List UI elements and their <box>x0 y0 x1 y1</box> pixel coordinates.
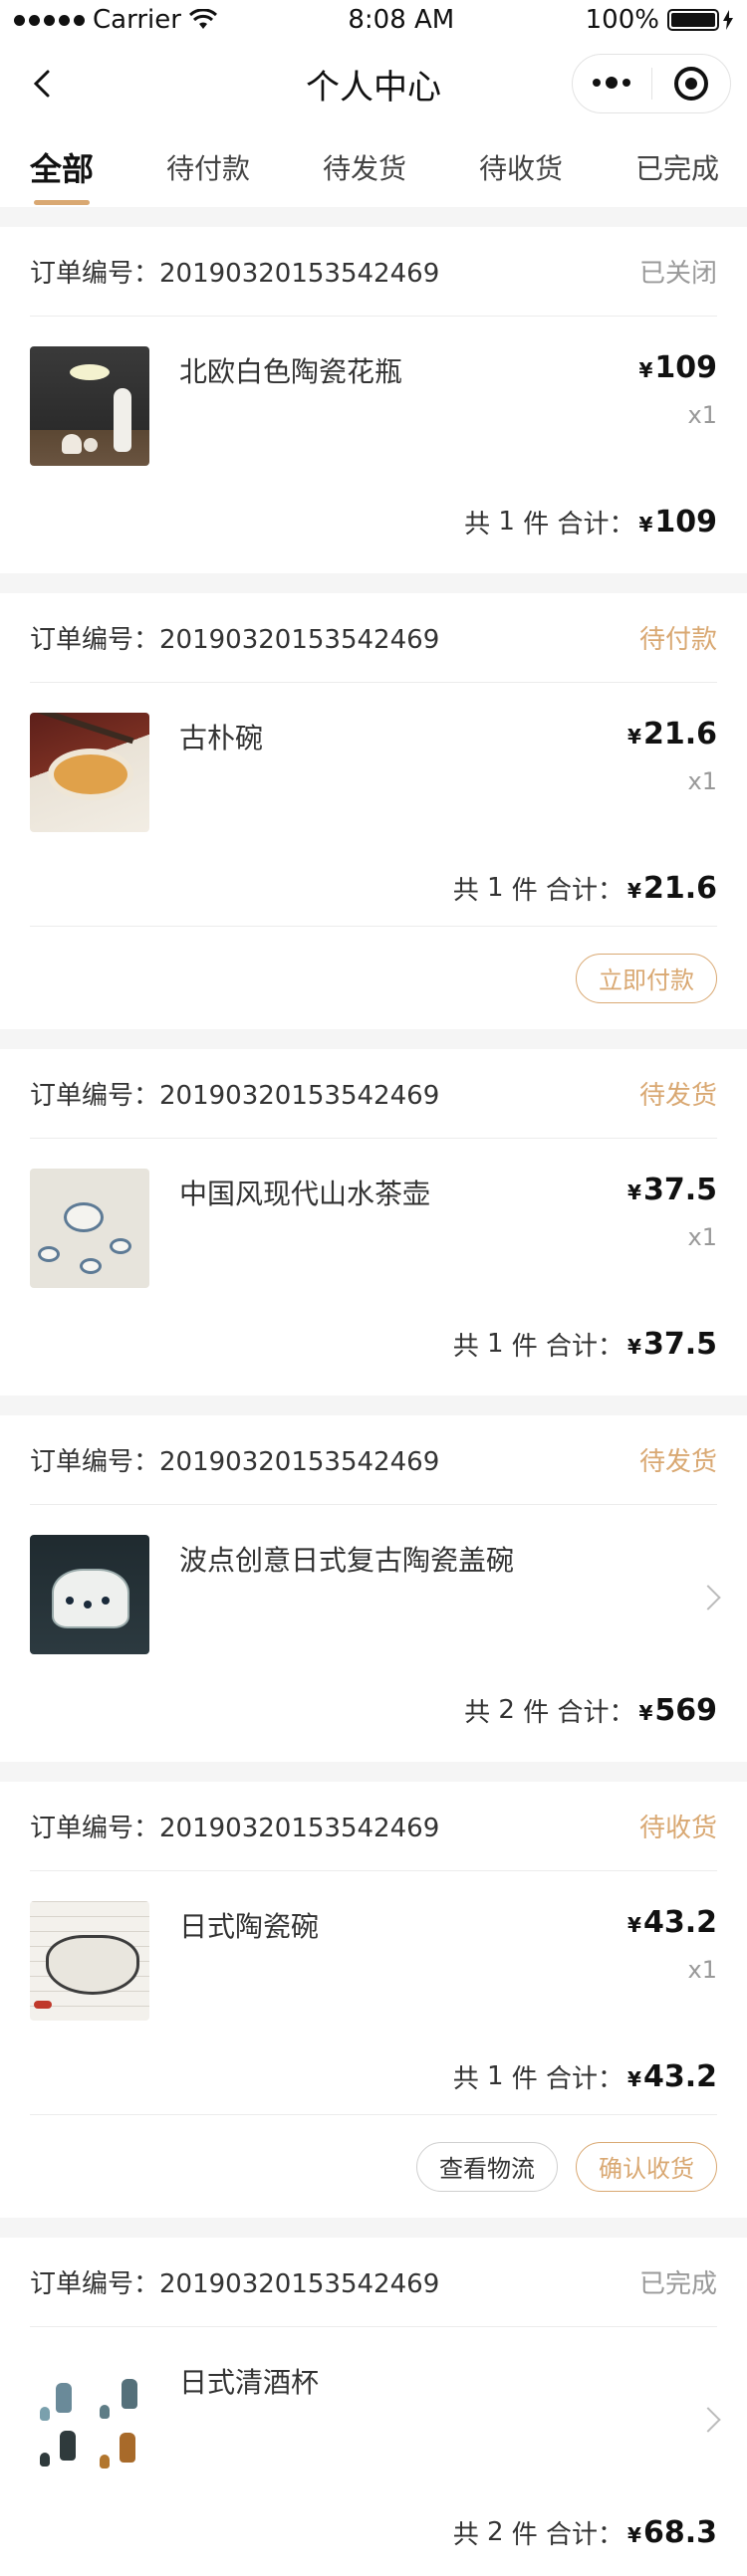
product-quantity: x1 <box>687 401 717 429</box>
order-item[interactable]: 日式陶瓷碗 ¥43.2 x1 <box>30 1871 717 2039</box>
order-header: 订单编号：20190320153542469 待发货 <box>30 1049 717 1139</box>
order-card[interactable]: 订单编号：20190320153542469 待付款 古朴碗 ¥21.6 x1 … <box>0 593 747 1029</box>
product-thumbnail[interactable] <box>30 1901 149 2021</box>
more-dots-icon[interactable] <box>573 77 651 89</box>
order-card[interactable]: 订单编号：20190320153542469 待收货 日式陶瓷碗 ¥43.2 x… <box>0 1782 747 2218</box>
order-item[interactable]: 波点创意日式复古陶瓷盖碗 <box>30 1505 721 1672</box>
clock: 8:08 AM <box>348 5 455 35</box>
order-status: 待收货 <box>638 1814 717 1843</box>
order-total: 共 1 件 合计： ¥43.2 <box>452 2058 717 2094</box>
battery-percent: 100% <box>585 5 659 35</box>
product-name: 日式陶瓷碗 <box>179 1910 320 1943</box>
product-thumbnail[interactable] <box>30 2357 149 2476</box>
order-card[interactable]: 订单编号：20190320153542469 已完成 日式清酒杯 共 2 件 合… <box>0 2238 747 2576</box>
product-name: 古朴碗 <box>179 722 264 754</box>
back-arrow-icon[interactable] <box>26 66 62 102</box>
order-actions: 查看物流 确认收货 <box>30 2114 717 2218</box>
order-header: 订单编号：20190320153542469 已关闭 <box>30 227 717 317</box>
battery-icon <box>666 9 733 31</box>
order-number: 订单编号：20190320153542469 <box>30 2269 440 2299</box>
order-status: 待发货 <box>638 1081 717 1111</box>
tab-pending-receipt[interactable]: 待收货 <box>479 127 563 207</box>
order-actions: 立即付款 <box>30 926 717 1029</box>
product-price: ¥109 <box>638 350 717 385</box>
close-target-icon[interactable] <box>652 67 731 101</box>
order-total: 共 1 件 合计： ¥37.5 <box>452 1326 717 1362</box>
order-header: 订单编号：20190320153542469 待付款 <box>30 593 717 683</box>
price-column: ¥43.2 x1 <box>627 1905 717 2039</box>
price-column: ¥21.6 x1 <box>627 717 717 850</box>
order-header: 订单编号：20190320153542469 待收货 <box>30 1782 717 1871</box>
product-price: ¥21.6 <box>627 717 717 751</box>
price-column: ¥109 x1 <box>638 350 717 484</box>
order-total: 共 2 件 合计： ¥569 <box>464 1692 717 1728</box>
product-quantity: x1 <box>687 767 717 795</box>
status-bar: Carrier 8:08 AM 100% <box>0 0 747 40</box>
wifi-icon <box>188 9 217 31</box>
order-item[interactable]: 北欧白色陶瓷花瓶 ¥109 x1 <box>30 317 717 484</box>
order-card[interactable]: 订单编号：20190320153542469 已关闭 北欧白色陶瓷花瓶 ¥109… <box>0 227 747 573</box>
order-item[interactable]: 日式清酒杯 <box>30 2327 721 2494</box>
product-name: 北欧白色陶瓷花瓶 <box>179 355 403 388</box>
product-price: ¥37.5 <box>627 1173 717 1207</box>
order-header: 订单编号：20190320153542469 待发货 <box>30 1415 717 1505</box>
product-quantity: x1 <box>687 1223 717 1251</box>
order-status: 已关闭 <box>638 259 717 289</box>
status-right: 100% <box>586 5 733 35</box>
order-status: 待付款 <box>638 625 717 655</box>
order-header: 订单编号：20190320153542469 已完成 <box>30 2238 717 2327</box>
order-total: 共 1 件 合计： ¥109 <box>464 504 717 539</box>
navigation-bar: 个人中心 <box>0 40 747 127</box>
product-thumbnail[interactable] <box>30 713 149 832</box>
order-status: 已完成 <box>638 2269 717 2299</box>
tab-all[interactable]: 全部 <box>30 127 94 207</box>
product-price: ¥43.2 <box>627 1905 717 1940</box>
tab-pending-payment[interactable]: 待付款 <box>166 127 250 207</box>
tab-completed[interactable]: 已完成 <box>635 127 719 207</box>
view-logistics-button[interactable]: 查看物流 <box>416 2141 558 2192</box>
order-item[interactable]: 中国风现代山水茶壶 ¥37.5 x1 <box>30 1139 717 1306</box>
product-name: 日式清酒杯 <box>179 2366 320 2399</box>
product-thumbnail[interactable] <box>30 346 149 466</box>
order-number: 订单编号：20190320153542469 <box>30 1081 440 1111</box>
product-thumbnail[interactable] <box>30 1535 149 1654</box>
status-left: Carrier <box>14 5 217 35</box>
signal-dots-icon <box>14 14 85 26</box>
order-total: 共 2 件 合计： ¥68.3 <box>452 2514 717 2550</box>
product-name: 中国风现代山水茶壶 <box>179 1178 431 1210</box>
order-number: 订单编号：20190320153542469 <box>30 1814 440 1843</box>
product-name: 波点创意日式复古陶瓷盖碗 <box>179 1544 515 1577</box>
mini-program-capsule <box>572 54 731 113</box>
order-number: 订单编号：20190320153542469 <box>30 1447 440 1477</box>
page-title: 个人中心 <box>306 67 441 107</box>
price-column: ¥37.5 x1 <box>627 1173 717 1306</box>
pay-now-button[interactable]: 立即付款 <box>576 953 717 1003</box>
order-item[interactable]: 古朴碗 ¥21.6 x1 <box>30 683 717 850</box>
order-card[interactable]: 订单编号：20190320153542469 待发货 中国风现代山水茶壶 ¥37… <box>0 1049 747 1395</box>
product-quantity: x1 <box>687 1956 717 1984</box>
order-total: 共 1 件 合计： ¥21.6 <box>452 870 717 906</box>
order-tabs: 全部 待付款 待发货 待收货 已完成 <box>0 127 747 207</box>
product-thumbnail[interactable] <box>30 1169 149 1288</box>
carrier-label: Carrier <box>93 5 181 35</box>
order-number: 订单编号：20190320153542469 <box>30 625 440 655</box>
order-number: 订单编号：20190320153542469 <box>30 259 440 289</box>
confirm-receipt-button[interactable]: 确认收货 <box>576 2141 717 2192</box>
tab-pending-shipment[interactable]: 待发货 <box>323 127 406 207</box>
order-card[interactable]: 订单编号：20190320153542469 待发货 波点创意日式复古陶瓷盖碗 … <box>0 1415 747 1762</box>
order-status: 待发货 <box>638 1447 717 1477</box>
